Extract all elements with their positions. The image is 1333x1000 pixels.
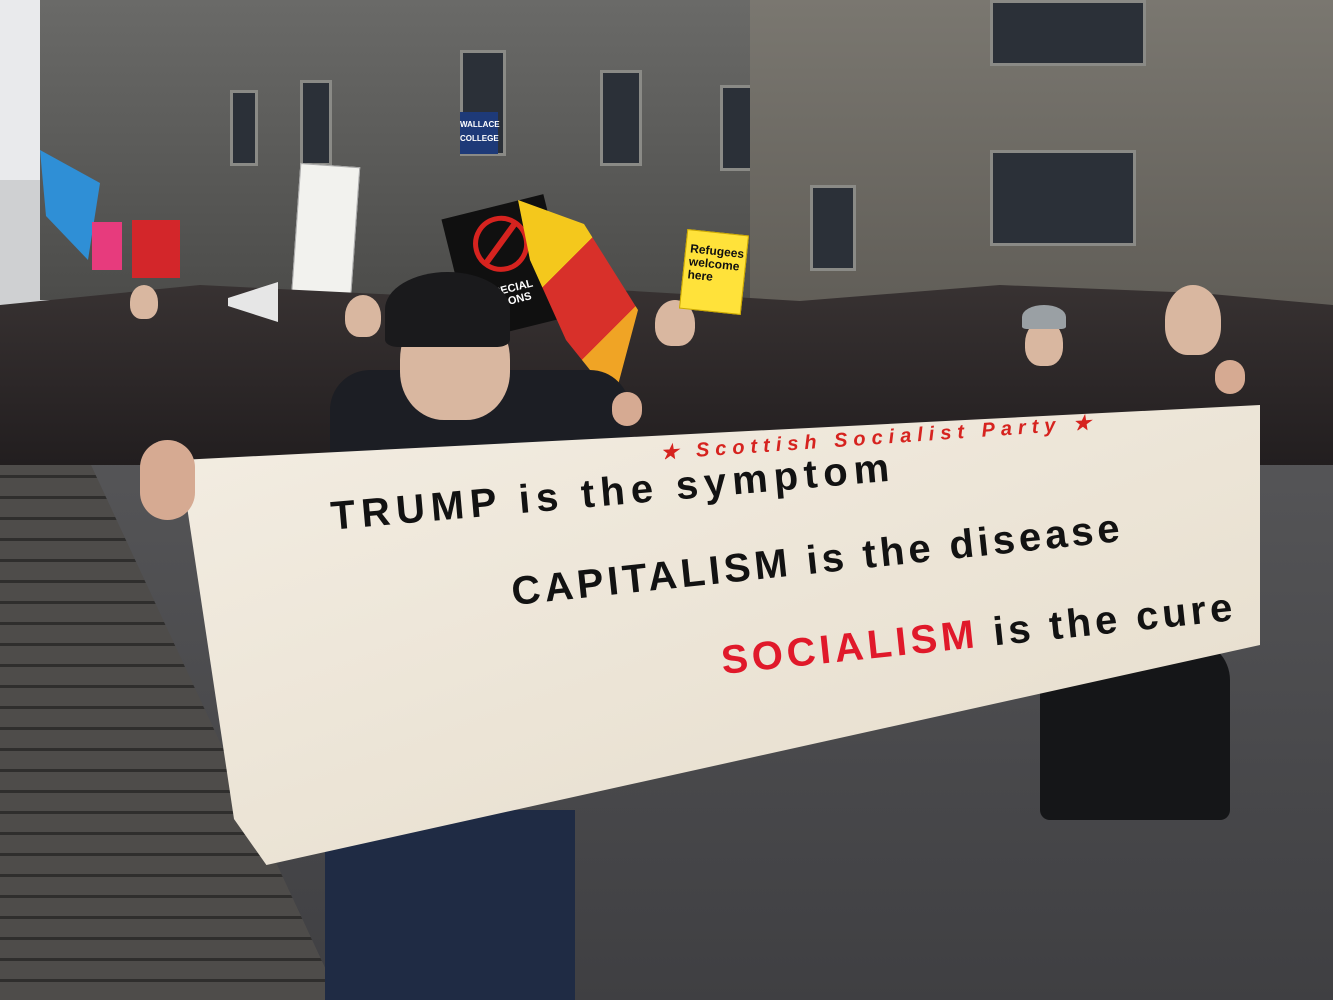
- black-beanie-hat: [385, 272, 510, 347]
- building-window: [300, 80, 332, 166]
- marcher-face: [1165, 285, 1221, 355]
- red-placard: [132, 220, 180, 278]
- marcher-face: [345, 295, 381, 337]
- refugees-welcome-placard: Refugees welcome here: [678, 228, 750, 316]
- pink-placard: [92, 222, 122, 270]
- wallace-college-sign: WALLACE COLLEGE: [460, 112, 500, 154]
- right-hand: [1215, 360, 1245, 394]
- building-window: [990, 150, 1136, 246]
- marcher-face: [130, 285, 158, 319]
- stone-building-right: [750, 0, 1333, 330]
- building-window: [600, 70, 642, 166]
- building-window: [230, 90, 258, 166]
- building-window: [990, 0, 1146, 66]
- flag-hand: [612, 392, 642, 426]
- protest-photo: WALLACE COLLEGE NO SPECIAL RELATIONS Ref…: [0, 0, 1333, 1000]
- left-hand: [140, 440, 195, 520]
- beanie-hat: [1022, 305, 1066, 329]
- building-window: [810, 185, 856, 271]
